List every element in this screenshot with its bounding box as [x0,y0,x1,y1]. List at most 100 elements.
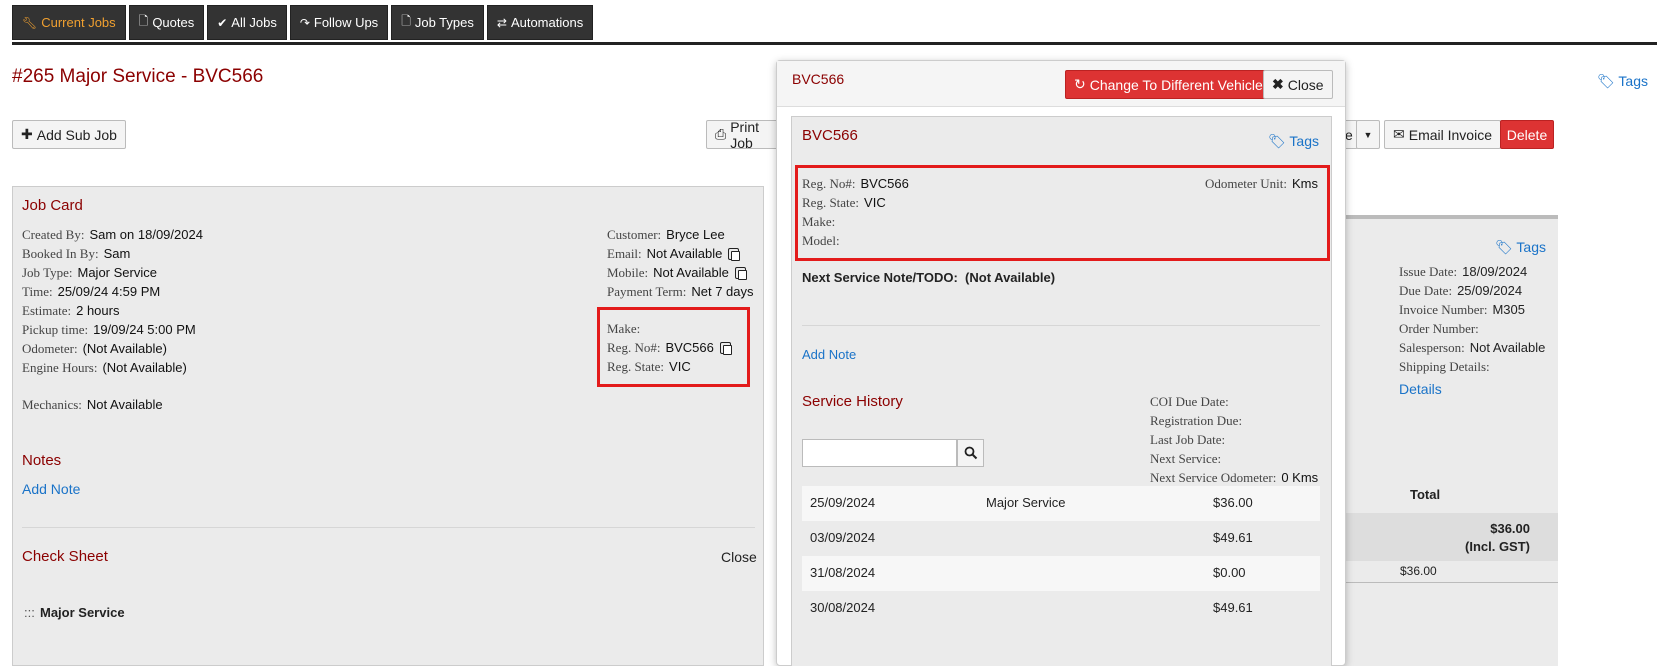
add-note-link[interactable]: Add Note [22,481,80,497]
tab-label: All Jobs [231,15,277,30]
delete-label: Delete [1506,126,1548,143]
vehicle-tags-link[interactable]: 🏷︎ Tags [1268,133,1319,150]
history-amount: $49.61 [1213,600,1253,615]
invoice-tags-link[interactable]: 🏷︎ Tags [1495,239,1546,256]
tab-all-jobs[interactable]: ✔ All Jobs [207,5,287,40]
copy-icon[interactable] [719,342,732,355]
coi-due-date-key: COI Due Date: [1150,394,1229,409]
tab-label: Quotes [152,15,195,30]
drag-handle[interactable]: ::: [24,605,35,620]
created-by: Created By: Sam on 18/09/2024 [22,225,203,244]
change-vehicle-label: Change To Different Vehicle [1089,76,1263,93]
tab-job-types[interactable]: 🗋︎ Job Types [391,5,484,40]
tag-icon: 🏷︎ [1495,239,1517,255]
caret-down-icon: ▼ [1363,129,1373,140]
file-icon: 🗋︎ [401,14,411,28]
time-key: Time: [22,284,53,299]
next-service-odometer-key: Next Service Odometer: [1150,470,1277,485]
divider [802,325,1320,326]
modal-close-button[interactable]: ✖ Close [1263,70,1333,99]
vehicle-tags-label: Tags [1289,133,1319,149]
modal-header: BVC566 ↻ Change To Different Vehicle ✖ Clo… [777,61,1345,107]
vehicle-add-note-link[interactable]: Add Note [802,347,856,362]
vehicle-modal: BVC566 ↻ Change To Different Vehicle ✖ Clo… [776,60,1346,666]
history-row[interactable]: 30/08/2024 $49.61 [802,591,1320,626]
copy-icon[interactable] [734,267,747,280]
vehicle-model-key: Model: [802,233,840,248]
vehicle-reg-no-key: Reg. No#: [802,176,856,191]
divider [22,527,755,528]
job-card-panel: Job Card Created By: Sam on 18/09/2024 Bo… [12,186,764,666]
email: Email: Not Available [607,244,741,263]
tab-automations[interactable]: ⇄ Automations [486,5,594,40]
vehicle-reg-state: Reg. State: VIC [802,193,886,212]
due-date-key: Due Date: [1399,283,1453,298]
tags-link[interactable]: 🏷︎ Tags [1597,73,1648,90]
add-sub-job-button[interactable]: ✚ Add Sub Job [12,120,126,149]
reg-no-value: BVC566 [665,340,714,355]
last-job-date-key: Last Job Date: [1150,432,1226,447]
next-service-odometer: Next Service Odometer: 0 Kms [1150,468,1318,487]
history-row[interactable]: 25/09/2024 Major Service $36.00 [802,486,1320,521]
history-row[interactable]: 31/08/2024 $0.00 [802,556,1320,591]
tab-label: Follow Ups [313,15,379,30]
created-by-value: Sam on 18/09/2024 [89,227,203,242]
history-row[interactable]: 03/09/2024 $49.61 [802,521,1320,556]
job-type-value: Major Service [77,265,157,280]
job-type: Job Type: Major Service [22,263,157,282]
booked-in-by: Booked In By: Sam [22,244,130,263]
history-search-button[interactable] [957,439,984,467]
plus-icon: ✚ [21,126,33,142]
dropdown-toggle[interactable]: ▼ [1356,120,1380,149]
history-search-input[interactable] [802,439,957,467]
file-icon: 🗋︎ [138,14,149,28]
delete-button[interactable]: Delete [1500,120,1554,149]
tab-follow-ups[interactable]: ↷ Follow Ups [289,5,389,40]
service-history-title: Service History [802,393,903,410]
vehicle-details-panel: BVC566 🏷︎ Tags Reg. No#: BVC566 Reg. Stat… [791,116,1332,666]
mobile-key: Mobile: [607,265,649,280]
customer: Customer: Bryce Lee [607,225,725,244]
customer-value: Bryce Lee [666,227,725,242]
envelope-icon: ✉ [1393,126,1405,142]
email-key: Email: [607,246,642,261]
job-card-title: Job Card [22,197,83,214]
total-header: Total [1410,487,1441,502]
invoice-number-key: Invoice Number: [1399,302,1488,317]
make: Make: [607,319,645,338]
make-key: Make: [607,321,641,336]
estimate-value: 2 hours [76,303,120,318]
coi-due-date: COI Due Date: [1150,392,1234,411]
check-sheet-item: Major Service [40,605,125,620]
print-icon: ⎙ [715,126,727,142]
reg-state-value: VIC [669,359,691,374]
line-amount: $36.00 [1400,564,1437,578]
booked-in-by-value: Sam [103,246,131,261]
email-invoice-label: Email Invoice [1408,126,1492,143]
close-icon: ✖ [1272,76,1284,92]
print-job-button[interactable]: ⎙ Print Job [706,119,786,151]
tab-current-jobs[interactable]: 🔧︎ Current Jobs [12,5,126,40]
history-date: 03/09/2024 [810,530,876,545]
payment-term-key: Payment Term: [607,284,687,299]
payment-term: Payment Term: Net 7 days [607,282,754,301]
payment-term-value: Net 7 days [691,284,754,299]
copy-icon[interactable] [728,248,741,261]
mechanics-value: Not Available [86,397,163,412]
engine-hours-value: (Not Available) [102,360,187,375]
salesperson: Salesperson: Not Available [1399,338,1545,357]
check-sheet-title: Check Sheet [22,548,108,565]
vehicle-make-key: Make: [802,214,836,229]
order-number-key: Order Number: [1399,321,1479,336]
email-invoice-button[interactable]: ✉ Email Invoice [1384,120,1501,149]
change-vehicle-button[interactable]: ↻ Change To Different Vehicle [1065,70,1272,99]
modal-close-label: Close [1287,76,1324,93]
details-link[interactable]: Details [1399,381,1442,397]
tab-quotes[interactable]: 🗋︎ Quotes [128,5,205,40]
next-service-note-value: (Not Available) [965,270,1056,285]
pickup-time-value: 19/09/24 5:00 PM [93,322,196,337]
check-sheet-close[interactable]: Close [721,549,757,565]
next-service: Next Service: [1150,449,1226,468]
history-date: 31/08/2024 [810,565,876,580]
history-date: 30/08/2024 [810,600,876,615]
